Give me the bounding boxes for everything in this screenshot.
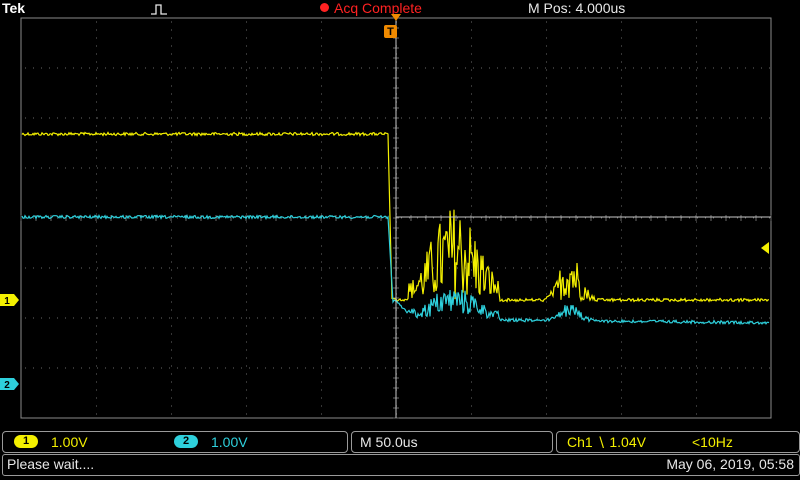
ch2-ground-marker[interactable]: 2 xyxy=(0,378,19,391)
channel-scale-panel: 1 1.00V 2 1.00V xyxy=(2,431,348,453)
ch2-chip[interactable]: 2 xyxy=(174,435,198,448)
status-message: Please wait.... xyxy=(7,456,95,472)
frequency-readout: <10Hz xyxy=(692,434,733,450)
message-bar: Please wait.... May 06, 2019, 05:58 xyxy=(2,454,800,476)
ch2-scale[interactable]: 1.00V xyxy=(211,434,248,450)
trigger-readout: Ch1 ∖ 1.04V xyxy=(567,434,646,450)
trigger-marker-label: T xyxy=(387,26,394,38)
timebase-panel[interactable]: M 50.0us xyxy=(351,431,553,453)
ch1-ground-marker[interactable]: 1 xyxy=(0,294,19,307)
waveform-display: T 1 2 xyxy=(0,14,772,419)
ch2-marker-label: 2 xyxy=(4,380,10,391)
ch1-scale[interactable]: 1.00V xyxy=(51,434,88,450)
timebase-readout: M 50.0us xyxy=(360,434,418,450)
trigger-panel[interactable]: Ch1 ∖ 1.04V <10Hz xyxy=(556,431,800,453)
ch1-chip[interactable]: 1 xyxy=(14,435,38,448)
date-time: May 06, 2019, 05:58 xyxy=(666,456,794,472)
ch1-marker-label: 1 xyxy=(4,296,10,307)
